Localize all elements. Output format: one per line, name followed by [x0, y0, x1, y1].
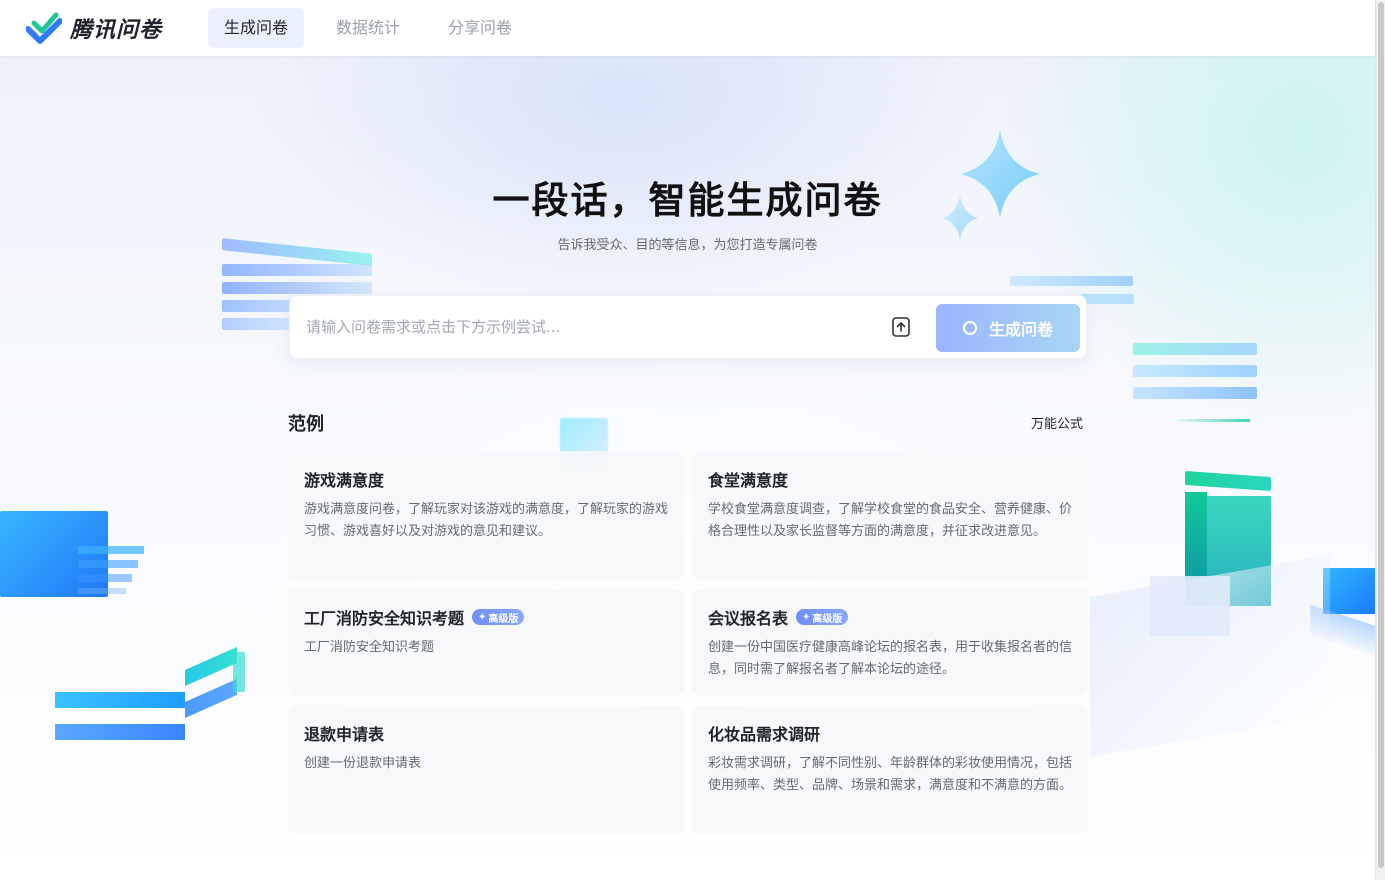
premium-badge: ✦ 高级版 [472, 609, 525, 625]
premium-badge: ✦ 高级版 [796, 609, 849, 625]
hero-subtitle: 告诉我受众、目的等信息，为您打造专属问卷 [557, 238, 818, 253]
check-logo-icon [26, 12, 62, 44]
generate-button[interactable]: 生成问卷 [936, 304, 1080, 352]
sparkle-icon: ✦ [802, 611, 811, 623]
card-title: 退款申请表 [304, 725, 385, 744]
example-card-canteen[interactable]: 食堂满意度 学校食堂满意度调查，了解学校食堂的食品安全、营养健康、价格合理性以及… [692, 451, 1088, 580]
example-card-meeting[interactable]: 会议报名表 ✦ 高级版 创建一份中国医疗健康高峰论坛的报名表，用于收集报名者的信息… [692, 589, 1088, 696]
sparkle-icon: ✦ [478, 611, 487, 623]
card-desc: 游戏满意度问卷，了解玩家对该游戏的满意度，了解玩家的游戏习惯、游戏喜好以及对游戏… [304, 502, 669, 539]
card-title: 化妆品需求调研 [708, 725, 821, 744]
card-title: 工厂消防安全知识考题 [304, 609, 465, 628]
card-desc: 创建一份中国医疗健康高峰论坛的报名表，用于收集报名者的信息，同时需了解报名者了解… [708, 640, 1073, 677]
loading-ring-icon [962, 321, 977, 335]
card-desc: 彩妆需求调研，了解不同性别、年龄群体的彩妆使用情况，包括使用频率、类型、品牌、场… [708, 756, 1073, 793]
examples-title: 范例 [288, 414, 324, 435]
card-title: 食堂满意度 [708, 471, 789, 490]
prompt-input-box: 生成问卷 [289, 295, 1087, 359]
prompt-input[interactable] [306, 307, 866, 347]
scrollbar-thumb[interactable] [1378, 2, 1384, 868]
example-card-cosmetics[interactable]: 化妆品需求调研 彩妆需求调研，了解不同性别、年龄群体的彩妆使用情况，包括使用频率… [692, 705, 1088, 834]
nav-tab-share[interactable]: 分享问卷 [432, 8, 528, 48]
page-scrollbar[interactable] [1375, 0, 1385, 880]
brand-name: 腾讯问卷 [70, 18, 163, 43]
card-desc: 学校食堂满意度调查，了解学校食堂的食品安全、营养健康、价格合理性以及家长监督等方… [708, 502, 1073, 539]
upload-icon[interactable] [890, 316, 912, 338]
generate-button-label: 生成问卷 [988, 320, 1053, 339]
hero-title: 一段话，智能生成问卷 [492, 179, 883, 222]
formula-link[interactable]: 万能公式 [1031, 413, 1083, 432]
top-navbar: 腾讯问卷 生成问卷 数据统计 分享问卷 [0, 0, 1375, 56]
example-card-refund[interactable]: 退款申请表 创建一份退款申请表 [288, 705, 684, 834]
card-title: 会议报名表 [708, 609, 789, 628]
main-nav: 生成问卷 数据统计 分享问卷 [208, 8, 544, 48]
nav-tab-generate[interactable]: 生成问卷 [208, 8, 305, 48]
nav-tab-statistics[interactable]: 数据统计 [320, 8, 416, 48]
card-title: 游戏满意度 [304, 471, 385, 490]
example-card-fire-safety[interactable]: 工厂消防安全知识考题 ✦ 高级版 工厂消防安全知识考题 [288, 589, 684, 696]
decor-bars-left-bottom [55, 646, 245, 744]
card-desc: 创建一份退款申请表 [304, 756, 422, 771]
card-desc: 工厂消防安全知识考题 [304, 640, 435, 655]
example-card-game[interactable]: 游戏满意度 游戏满意度问卷，了解玩家对该游戏的满意度，了解玩家的游戏习惯、游戏喜… [288, 451, 684, 580]
brand-logo[interactable]: 腾讯问卷 [26, 12, 208, 44]
